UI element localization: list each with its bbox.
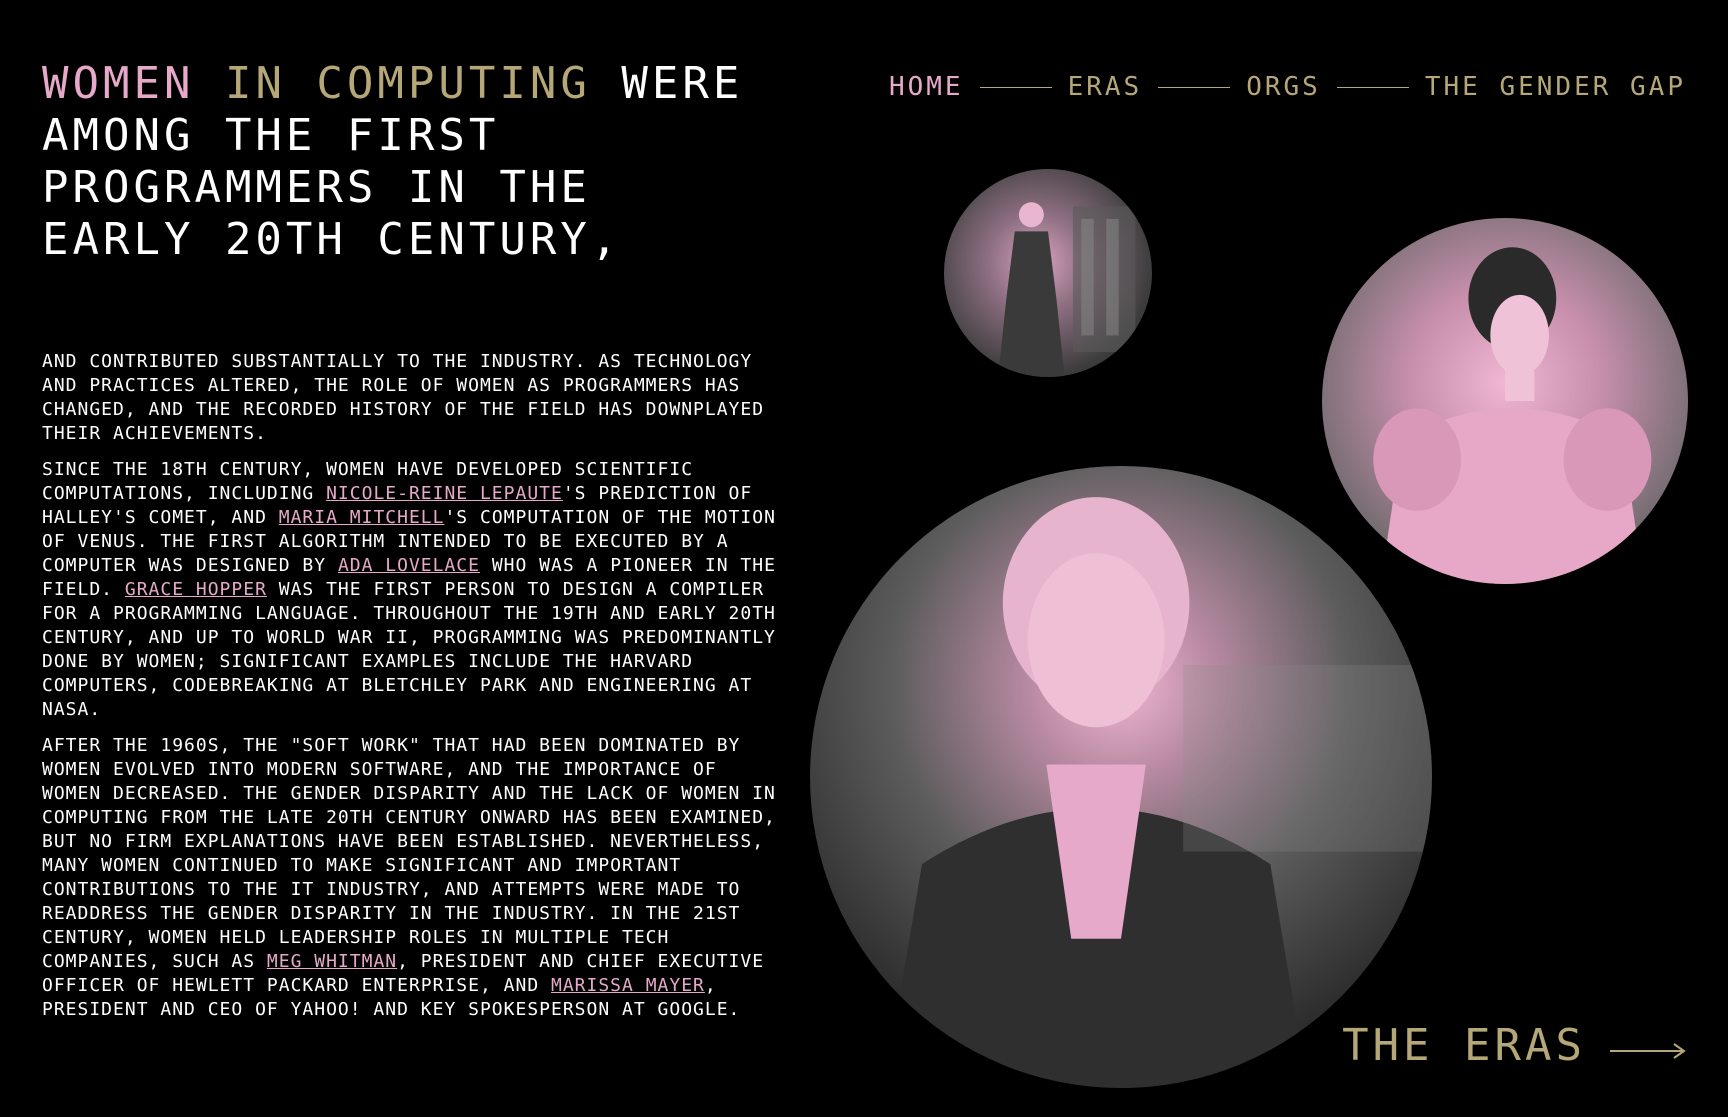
- link-grace-hopper[interactable]: GRACE HOPPER: [125, 579, 267, 600]
- paragraph-3-text: AFTER THE 1960S, THE "SOFT WORK" THAT HA…: [42, 735, 776, 972]
- nav-divider: [1158, 86, 1231, 88]
- link-maria-mitchell[interactable]: MARIA MITCHELL: [279, 507, 445, 528]
- paragraph-2-text: WAS THE FIRST PERSON TO DESIGN A COMPILE…: [42, 579, 776, 720]
- link-marissa-mayer[interactable]: MARISSA MAYER: [551, 975, 705, 996]
- the-eras-link[interactable]: THE ERAS: [1342, 1020, 1686, 1071]
- the-eras-label: THE ERAS: [1342, 1020, 1586, 1071]
- intro-text: AND CONTRIBUTED SUBSTANTIALLY TO THE IND…: [42, 350, 782, 1034]
- nav-gender-gap[interactable]: THE GENDER GAP: [1425, 72, 1686, 102]
- link-meg-whitman[interactable]: MEG WHITMAN: [267, 951, 397, 972]
- paragraph-2: SINCE THE 18TH CENTURY, WOMEN HAVE DEVEL…: [42, 458, 782, 722]
- portrait-grace-hopper: [944, 169, 1152, 377]
- link-nicole-reine-lepaute[interactable]: NICOLE-REINE LEPAUTE: [326, 483, 563, 504]
- paragraph-1: AND CONTRIBUTED SUBSTANTIALLY TO THE IND…: [42, 351, 765, 444]
- hero-word-women: WOMEN: [42, 58, 195, 109]
- link-ada-lovelace[interactable]: ADA LOVELACE: [338, 555, 480, 576]
- arrow-right-icon: [1610, 1020, 1686, 1071]
- hero-heading: WOMEN IN COMPUTING WERE AMONG THE FIRST …: [42, 58, 762, 266]
- nav-divider: [979, 86, 1052, 88]
- nav-orgs[interactable]: ORGS: [1246, 72, 1321, 102]
- portrait-meg-whitman: [810, 466, 1432, 1088]
- main-nav: HOME ERAS ORGS THE GENDER GAP: [889, 70, 1686, 104]
- nav-eras[interactable]: ERAS: [1068, 72, 1143, 102]
- nav-divider: [1336, 86, 1409, 88]
- paragraph-3: AFTER THE 1960S, THE "SOFT WORK" THAT HA…: [42, 734, 782, 1022]
- nav-home[interactable]: HOME: [889, 72, 964, 102]
- hero-word-in-computing: IN COMPUTING: [224, 58, 591, 109]
